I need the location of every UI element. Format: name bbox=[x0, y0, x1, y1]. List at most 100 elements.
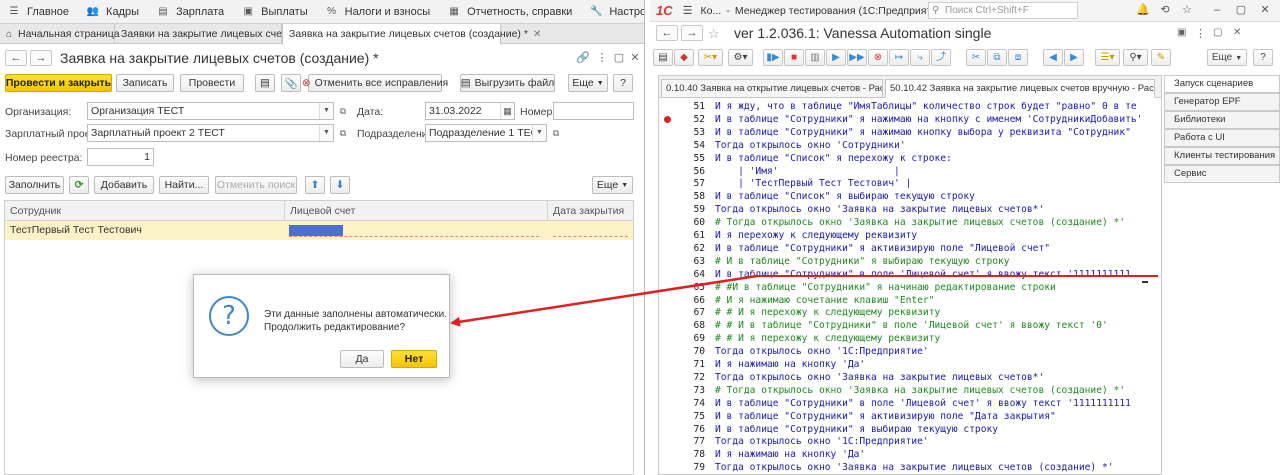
stop-run-icon[interactable]: ⊗ bbox=[868, 49, 888, 66]
no-button[interactable]: Нет bbox=[391, 350, 437, 368]
code-line[interactable]: 75 И в таблице "Сотрудники" я активизирую… bbox=[659, 410, 1161, 423]
code-line[interactable]: 52 И в таблице "Сотрудники" я нажимаю на … bbox=[659, 113, 1161, 126]
star-icon[interactable]: ☆ bbox=[1180, 3, 1194, 17]
employee-cell[interactable]: ТестПервый Тест Тестович bbox=[5, 221, 285, 240]
code-line[interactable]: 60 # Тогда открылось окно 'Заявка на закр… bbox=[659, 216, 1161, 229]
side-tab-run-scenarios[interactable]: Запуск сценариев bbox=[1164, 75, 1280, 93]
menu-icon[interactable]: ☰ bbox=[683, 4, 693, 17]
code-line[interactable]: 74 И в таблице "Сотрудники" в поле 'Лицев… bbox=[659, 397, 1161, 410]
code-line[interactable]: 59 Тогда открылось окно 'Заявка на закрыт… bbox=[659, 203, 1161, 216]
step-over-icon[interactable]: ⤷ bbox=[910, 49, 930, 66]
code-line[interactable]: 71 И я нажимаю на кнопку 'Да' bbox=[659, 358, 1161, 371]
close-icon[interactable]: ✕ bbox=[1258, 3, 1272, 17]
code-area[interactable]: 51 И я жду, что в таблице "ИмяТаблицы" ко… bbox=[659, 100, 1161, 474]
registry-field[interactable]: 1 bbox=[87, 148, 154, 166]
help-button[interactable]: ? bbox=[1253, 49, 1273, 66]
more-button[interactable]: Еще ▼ bbox=[1207, 49, 1247, 66]
save-icon[interactable]: ▣ bbox=[1177, 27, 1186, 38]
column-header-employee[interactable]: Сотрудник bbox=[5, 201, 285, 221]
code-line[interactable]: 73 # Тогда открылось окно 'Заявка на закр… bbox=[659, 384, 1161, 397]
code-line[interactable]: 76 И в таблице "Сотрудники" я выбираю тек… bbox=[659, 423, 1161, 436]
more-button[interactable]: Еще ▼ bbox=[568, 74, 608, 92]
print-icon[interactable]: ▤ bbox=[255, 74, 275, 92]
section-main[interactable]: ☰ Главное bbox=[0, 0, 79, 24]
code-line[interactable]: 58 И в таблице "Список" я выбираю текущую… bbox=[659, 190, 1161, 203]
back-button[interactable]: ← bbox=[5, 50, 27, 66]
code-line[interactable]: 69 # # И я перехожу к следующему реквизит… bbox=[659, 332, 1161, 345]
move-up-icon[interactable]: ⬆ bbox=[305, 176, 325, 194]
yes-button[interactable]: Да bbox=[340, 350, 384, 368]
side-tab-libraries[interactable]: Библиотеки bbox=[1164, 111, 1280, 129]
maximize-icon[interactable]: ▢ bbox=[613, 52, 625, 64]
step-icon[interactable]: ↦ bbox=[889, 49, 909, 66]
history-icon[interactable]: ⟲ bbox=[1158, 3, 1172, 17]
post-and-close-button[interactable]: Провести и закрыть bbox=[5, 74, 112, 92]
open-link-icon[interactable]: ⧉ bbox=[336, 124, 350, 142]
code-line[interactable]: 63 # И в таблице "Сотрудники" я выбираю т… bbox=[659, 255, 1161, 268]
code-line[interactable]: 77 Тогда открылось окно '1С:Предприятие' bbox=[659, 435, 1161, 448]
cancel-search-button[interactable]: Отменить поиск bbox=[215, 176, 297, 194]
side-tab-ui-work[interactable]: Работа с UI bbox=[1164, 129, 1280, 147]
section-payments[interactable]: ▣ Выплаты bbox=[234, 0, 317, 24]
maximize-icon[interactable]: ▢ bbox=[1213, 27, 1222, 38]
cancel-fixes-button[interactable]: ⊗ Отменить все исправления bbox=[302, 74, 448, 92]
tab-requests-list[interactable]: Заявки на закрытие лицевых счетов bbox=[115, 24, 298, 44]
post-button[interactable]: Провести bbox=[180, 74, 244, 92]
favorite-star-icon[interactable]: ☆ bbox=[708, 26, 720, 42]
fill-button[interactable]: Заполнить bbox=[5, 176, 64, 194]
account-cell[interactable] bbox=[285, 221, 548, 240]
section-staff[interactable]: 👥 Кадры bbox=[79, 0, 149, 24]
code-line[interactable]: 61 И я перехожу к следующему реквизиту bbox=[659, 229, 1161, 242]
side-tab-epf-generator[interactable]: Генератор EPF bbox=[1164, 93, 1280, 111]
list-dropdown-icon[interactable]: ☰▾ bbox=[1095, 49, 1120, 66]
find-button[interactable]: Найти... bbox=[159, 176, 209, 194]
tools-dropdown-icon[interactable]: ✂▾ bbox=[698, 49, 723, 66]
code-line[interactable]: 66 # И я нажимаю сочетание клавиш "Enter" bbox=[659, 294, 1161, 307]
more-dots-icon[interactable]: ⋮ bbox=[1195, 27, 1206, 40]
close-date-cell[interactable] bbox=[548, 221, 633, 240]
column-header-close-date[interactable]: Дата закрытия bbox=[548, 201, 633, 221]
forward-button[interactable]: → bbox=[30, 50, 52, 66]
code-line[interactable]: 79 Тогда открылось окно 'Заявка на закрыт… bbox=[659, 461, 1161, 474]
upload-file-button[interactable]: ▤ Выгрузить файл bbox=[460, 74, 555, 92]
cut-icon[interactable]: ✂ bbox=[966, 49, 986, 66]
refresh-icon[interactable]: ⟳ bbox=[69, 176, 89, 194]
tab-request-create[interactable]: Заявка на закрытие лицевых счетов (созда… bbox=[282, 24, 541, 45]
feature-tab-close-accounts[interactable]: 50.10.42 Заявка на закрытие лицевых счет… bbox=[885, 79, 1155, 98]
code-line[interactable]: 70 Тогда открылось окно '1С:Предприятие' bbox=[659, 345, 1161, 358]
code-line[interactable]: 51 И я жду, что в таблице "ИмяТаблицы" ко… bbox=[659, 100, 1161, 113]
paperclip-icon[interactable]: 📎 bbox=[281, 74, 301, 92]
step-out-icon[interactable]: ⤴ bbox=[931, 49, 951, 66]
play-icon[interactable]: ▶ bbox=[826, 49, 846, 66]
tag-icon[interactable]: ◆ bbox=[674, 49, 694, 66]
minimize-icon[interactable]: – bbox=[1210, 3, 1224, 17]
chevron-down-icon[interactable]: ▼ bbox=[532, 125, 546, 141]
arrow-left-icon[interactable]: ◀ bbox=[1043, 49, 1063, 66]
code-line[interactable]: 54 Тогда открылось окно 'Сотрудники' bbox=[659, 139, 1161, 152]
project-field[interactable]: Зарплатный проект 2 ТЕСТ ▼ bbox=[87, 124, 334, 142]
code-line[interactable]: 56 | 'Имя' | bbox=[659, 165, 1161, 178]
close-icon[interactable]: ✕ bbox=[629, 52, 641, 64]
code-line[interactable]: 55 И в таблице "Список" я перехожу к стро… bbox=[659, 152, 1161, 165]
code-line[interactable]: 72 Тогда открылось окно 'Заявка на закрыт… bbox=[659, 371, 1161, 384]
date-field[interactable]: 31.03.2022 ▦ bbox=[425, 102, 515, 120]
forward-button[interactable]: → bbox=[681, 25, 703, 41]
chevron-down-icon[interactable]: ▼ bbox=[319, 103, 333, 119]
number-field[interactable] bbox=[553, 102, 634, 120]
open-link-icon[interactable]: ⧉ bbox=[549, 124, 563, 142]
play-all-icon[interactable]: ▮▶ bbox=[763, 49, 783, 66]
side-tab-service[interactable]: Сервис bbox=[1164, 165, 1280, 183]
bookmark-icon[interactable]: ▤ bbox=[653, 49, 673, 66]
side-tab-test-clients[interactable]: Клиенты тестирования bbox=[1164, 147, 1280, 165]
brush-icon[interactable]: ✎ bbox=[1151, 49, 1171, 66]
settings-dropdown-icon[interactable]: ⚙▾ bbox=[728, 49, 753, 66]
code-line[interactable]: 78 И я нажимаю на кнопку 'Да' bbox=[659, 448, 1161, 461]
search-dropdown-icon[interactable]: ⚲▾ bbox=[1123, 49, 1148, 66]
search-input[interactable]: ⚲ Поиск Ctrl+Shift+F bbox=[928, 2, 1078, 19]
arrow-right-icon[interactable]: ▶ bbox=[1064, 49, 1084, 66]
code-line[interactable]: 53 И в таблице "Сотрудники" я нажимаю кно… bbox=[659, 126, 1161, 139]
help-button[interactable]: ? bbox=[613, 74, 633, 92]
account-input-active[interactable] bbox=[289, 225, 343, 236]
code-line[interactable]: 57 | 'ТестПервый Тест Тестович' | bbox=[659, 177, 1161, 190]
stop-icon[interactable]: ■ bbox=[784, 49, 804, 66]
